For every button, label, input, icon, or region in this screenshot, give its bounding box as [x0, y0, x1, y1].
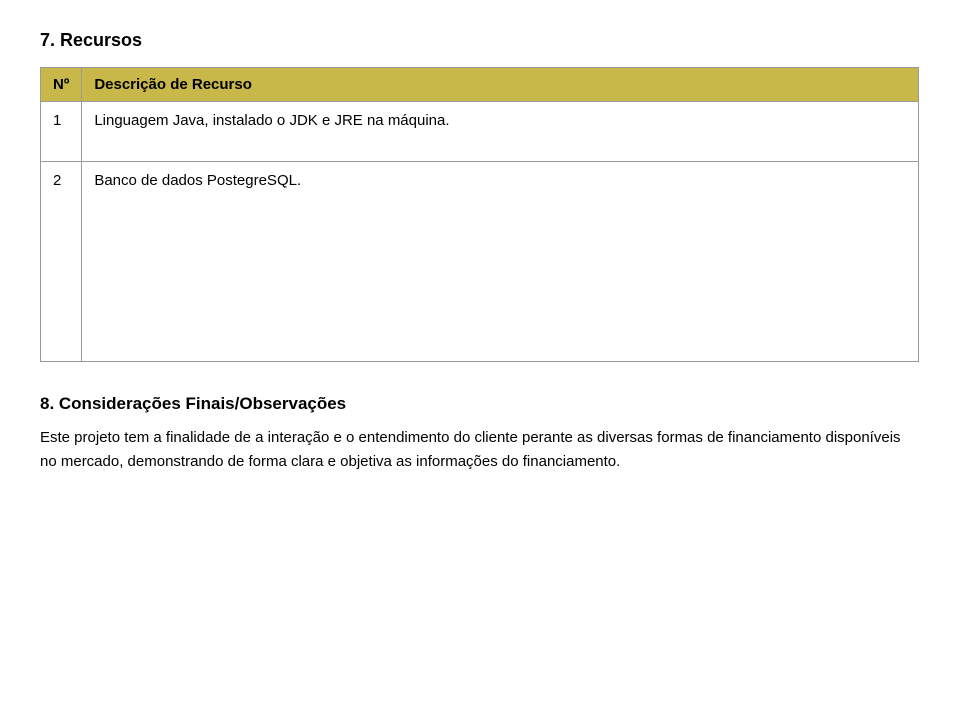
col-num-header: Nº: [41, 68, 82, 102]
row-description: Linguagem Java, instalado o JDK e JRE na…: [82, 102, 919, 162]
table-row: 1Linguagem Java, instalado o JDK e JRE n…: [41, 102, 919, 162]
row-num: 2: [41, 162, 82, 362]
section-8-title: 8. Considerações Finais/Observações: [40, 394, 919, 414]
row-description: Banco de dados PostegreSQL.: [82, 162, 919, 362]
section-8-body: Este projeto tem a finalidade de a inter…: [40, 426, 919, 474]
section-7-title: 7. Recursos: [40, 30, 919, 51]
col-desc-header: Descrição de Recurso: [82, 68, 919, 102]
table-header-row: Nº Descrição de Recurso: [41, 68, 919, 102]
resources-table: Nº Descrição de Recurso 1Linguagem Java,…: [40, 67, 919, 362]
row-num: 1: [41, 102, 82, 162]
table-row: 2Banco de dados PostegreSQL.: [41, 162, 919, 362]
